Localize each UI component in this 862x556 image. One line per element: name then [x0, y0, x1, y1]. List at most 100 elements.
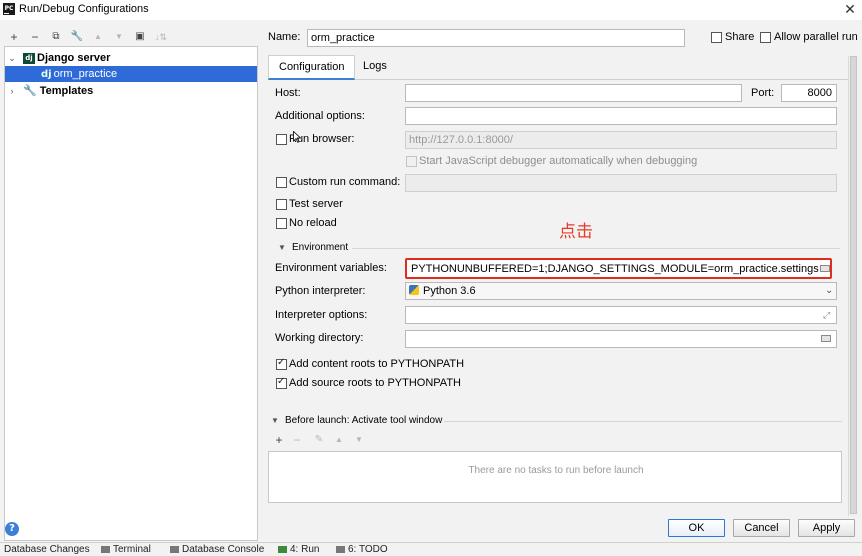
js-debugger-label: Start JavaScript debugger automatically …	[419, 155, 698, 167]
annotation-text: 点击	[559, 222, 593, 242]
add-source-roots-label: Add source roots to PYTHONPATH	[289, 377, 461, 389]
database-console-icon	[170, 545, 179, 553]
chevron-down-icon[interactable]: ⌄	[7, 50, 17, 66]
test-server-checkbox[interactable]	[276, 199, 287, 210]
configurations-tree: ⌄ dj Django server dj orm_practice › 🔧 Temp…	[4, 46, 258, 541]
collapse-arrow-icon[interactable]: ▼	[278, 243, 286, 252]
tree-item-label: Templates	[39, 85, 94, 97]
copy-configuration-button[interactable]: ⧉	[47, 28, 65, 46]
ok-button[interactable]: OK	[668, 519, 725, 537]
mouse-cursor-icon	[293, 131, 301, 143]
js-debugger-checkbox[interactable]	[406, 156, 417, 167]
run-browser-url-input[interactable]: http://127.0.0.1:8000/	[405, 131, 837, 149]
environment-variables-label: Environment variables:	[275, 262, 387, 274]
tree-item-orm-practice[interactable]: dj orm_practice	[5, 66, 257, 82]
working-directory-label: Working directory:	[275, 332, 364, 344]
tree-item-label: orm_practice	[53, 68, 118, 80]
no-reload-label: No reload	[289, 217, 337, 229]
add-source-roots-checkbox[interactable]	[276, 376, 287, 389]
expand-icon[interactable]: ⤢	[823, 310, 830, 321]
tree-item-label: Django server	[37, 52, 111, 64]
status-item-run[interactable]: 4: Run	[278, 544, 319, 555]
move-task-up-button[interactable]: ▲	[330, 431, 348, 449]
name-input[interactable]: orm_practice	[307, 29, 685, 47]
vertical-scrollbar[interactable]	[848, 56, 858, 516]
scrollbar-thumb[interactable]	[850, 56, 857, 514]
test-server-label: Test server	[289, 198, 343, 210]
status-item-database-console[interactable]: Database Console	[170, 544, 264, 555]
title-bar: PC Run/Debug Configurations ✕	[0, 0, 862, 20]
todo-icon	[336, 545, 345, 553]
before-launch-task-list[interactable]: There are no tasks to run before launch	[268, 451, 842, 503]
help-button[interactable]: ?	[5, 522, 19, 536]
host-label: Host:	[275, 87, 301, 99]
move-task-down-button[interactable]: ▼	[350, 431, 368, 449]
status-item-label: 6: TODO	[348, 544, 388, 555]
add-configuration-button[interactable]: +	[5, 28, 23, 46]
edit-defaults-button[interactable]: 🔧	[68, 28, 86, 46]
tab-logs[interactable]: Logs	[353, 55, 397, 79]
additional-options-label: Additional options:	[275, 110, 365, 122]
collapse-arrow-icon[interactable]: ▼	[271, 416, 279, 425]
tree-item-templates[interactable]: › 🔧 Templates	[5, 83, 257, 99]
django-icon: dj	[41, 69, 52, 80]
interpreter-options-input[interactable]	[405, 306, 837, 324]
share-checkbox[interactable]	[711, 32, 722, 43]
tab-configuration[interactable]: Configuration	[268, 55, 356, 80]
ide-status-bar: Database Changes Terminal Database Conso…	[0, 542, 862, 556]
additional-options-input[interactable]	[405, 107, 837, 125]
host-input[interactable]	[405, 84, 742, 102]
move-up-button[interactable]: ▲	[89, 28, 107, 46]
close-button[interactable]: ✕	[842, 1, 858, 17]
add-task-button[interactable]: +	[270, 431, 288, 449]
browse-folder-icon[interactable]	[821, 335, 831, 342]
add-content-roots-checkbox[interactable]	[276, 357, 287, 370]
empty-list-text: There are no tasks to run before launch	[468, 465, 644, 476]
status-item-label: Database Console	[182, 544, 265, 555]
run-debug-configurations-dialog: PC Run/Debug Configurations ✕ + − ⧉ 🔧 ▲ …	[0, 0, 862, 556]
working-directory-input[interactable]	[405, 330, 837, 348]
custom-run-command-label: Custom run command:	[289, 176, 401, 188]
status-item-terminal[interactable]: Terminal	[101, 544, 151, 555]
chevron-right-icon[interactable]: ›	[7, 83, 17, 99]
django-icon: dj	[23, 52, 35, 64]
folder-button[interactable]: ▣	[131, 28, 149, 46]
run-browser-checkbox[interactable]	[276, 134, 287, 145]
section-divider	[444, 421, 842, 422]
custom-run-command-input[interactable]	[405, 174, 837, 192]
pycharm-app-icon: PC	[3, 3, 15, 15]
terminal-icon	[101, 545, 110, 553]
edit-task-button[interactable]: ✎	[310, 431, 328, 449]
remove-configuration-button[interactable]: −	[26, 28, 44, 46]
move-down-button[interactable]: ▼	[110, 28, 128, 46]
port-label: Port:	[751, 87, 775, 99]
python-interpreter-label: Python interpreter:	[275, 285, 366, 297]
python-interpreter-select[interactable]: Python 3.6	[405, 282, 837, 300]
no-reload-checkbox[interactable]	[276, 218, 287, 229]
status-item-database-changes[interactable]: Database Changes	[4, 544, 90, 555]
config-tabs: Configuration Logs	[268, 55, 848, 80]
allow-parallel-run-label: Allow parallel run	[774, 31, 858, 43]
share-label: Share	[725, 31, 755, 43]
cancel-button[interactable]: Cancel	[733, 519, 790, 537]
name-label: Name:	[268, 31, 301, 43]
allow-parallel-run-checkbox[interactable]	[760, 32, 771, 43]
status-item-label: 4: Run	[290, 544, 320, 555]
port-input[interactable]: 8000	[781, 84, 837, 102]
chevron-down-icon[interactable]: ⌄	[825, 285, 833, 296]
remove-task-button[interactable]: −	[288, 431, 306, 449]
configurations-toolbar: + − ⧉ 🔧 ▲ ▼ ▣ ↓⇅	[0, 28, 262, 46]
status-item-todo[interactable]: 6: TODO	[336, 544, 388, 555]
wrench-icon: 🔧	[23, 85, 37, 97]
highlight-box	[405, 258, 832, 279]
before-launch-toolbar: + − ✎ ▲ ▼	[268, 430, 468, 448]
environment-section-title: Environment	[292, 242, 349, 253]
status-item-label: Terminal	[113, 544, 151, 555]
section-divider	[352, 248, 840, 249]
tree-item-django-server[interactable]: ⌄ dj Django server	[5, 50, 257, 66]
custom-run-command-checkbox[interactable]	[276, 177, 287, 188]
add-content-roots-label: Add content roots to PYTHONPATH	[289, 358, 465, 370]
before-launch-section-title: Before launch: Activate tool window	[285, 415, 443, 426]
apply-button[interactable]: Apply	[798, 519, 855, 537]
sort-button[interactable]: ↓⇅	[152, 28, 170, 46]
